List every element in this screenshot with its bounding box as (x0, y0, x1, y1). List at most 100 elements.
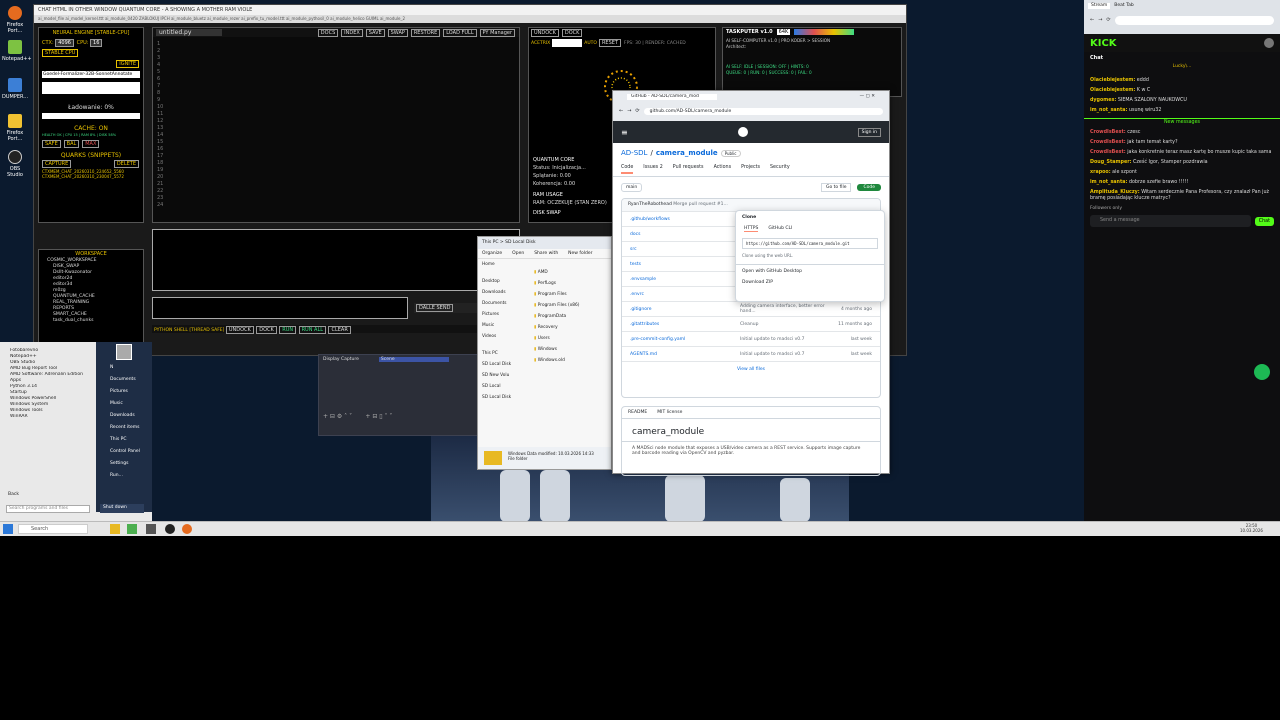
auto-toggle[interactable]: AUTO (584, 41, 597, 46)
code-editor[interactable]: untitled.py DOCS INDEX SAVE SWAP RESTORE… (152, 27, 520, 223)
folder-item[interactable]: ▮ Windows (534, 344, 611, 355)
start-link[interactable]: Pictures (96, 386, 152, 398)
browser-tab[interactable]: Stream (1088, 3, 1111, 9)
start-link[interactable]: Downloads (96, 410, 152, 422)
tab-issues[interactable]: Issues 2 (643, 165, 663, 174)
back-icon[interactable]: ← (619, 108, 623, 114)
start-icon[interactable] (3, 524, 13, 534)
explorer-nav[interactable]: Downloads (482, 287, 534, 298)
taskputer-val[interactable]: 64K (776, 29, 791, 35)
chat-bubble-icon[interactable] (1254, 364, 1270, 380)
folder-item[interactable]: ▮ Program Files (x86) (534, 300, 611, 311)
menu-icon[interactable]: ≡ (621, 128, 628, 137)
start-link[interactable]: This PC (96, 434, 152, 446)
taskbar-search[interactable]: Search (18, 524, 88, 534)
tab-projects[interactable]: Projects (741, 165, 760, 174)
code-button[interactable]: Code (857, 184, 881, 191)
window-tabs[interactable]: ai_model_file ai_model_kernel.ttt ai_mod… (34, 15, 906, 23)
pinned-message[interactable]: Lucky\... (1090, 64, 1274, 72)
clock[interactable]: 23:50 10.03.2026 (1240, 523, 1263, 533)
start-link[interactable]: Settings (96, 458, 152, 470)
stable-cpu-button[interactable]: STABLE CPU (42, 49, 79, 57)
file-row[interactable]: AGENTS.md Initial update to madsci v0.7 la… (622, 346, 880, 361)
shell-dock-button[interactable]: DOCK (256, 326, 277, 334)
shell-clear-button[interactable]: CLEAR (328, 326, 351, 334)
workspace-item[interactable]: task_dual_chunks (47, 318, 143, 324)
explorer-tree[interactable]: SD Local Disk (482, 392, 534, 403)
explorer-nav[interactable]: Videos (482, 331, 534, 342)
start-link[interactable]: Run... (96, 470, 152, 482)
desktop-icon-notepad[interactable]: Notepad++ (2, 40, 32, 62)
avatar[interactable] (1264, 38, 1274, 48)
app-taskbar-icon[interactable] (127, 524, 137, 534)
go-to-file-button[interactable]: Go to file (820, 183, 852, 192)
address-bar[interactable] (1114, 15, 1274, 25)
editor-toolbar-button[interactable]: INDEX (341, 29, 363, 37)
user-avatar[interactable] (116, 344, 132, 360)
explorer-tree[interactable]: This PC (482, 348, 534, 359)
quantum-undock-button[interactable]: UNDOCK (531, 29, 559, 37)
explorer-taskbar-icon[interactable] (110, 524, 120, 534)
send-button[interactable]: DALLE SEND (416, 304, 454, 312)
window-controls[interactable]: — ▢ ✕ (860, 94, 875, 100)
capture-button[interactable]: CAPTURE (42, 160, 72, 168)
start-link[interactable]: Recent items (96, 422, 152, 434)
taskputer-toolbar[interactable] (794, 29, 855, 35)
file-row[interactable]: .pre-commit-config.yaml Initial update to… (622, 331, 880, 346)
open-desktop-option[interactable]: Open with GitHub Desktop (736, 264, 884, 278)
explorer-nav[interactable]: Home (482, 259, 534, 270)
explorer-organize[interactable]: Organize (482, 251, 502, 256)
explorer-tree[interactable]: SD Local Disk (482, 359, 534, 370)
editor-toolbar-button[interactable]: SAVE (365, 29, 385, 37)
file-row[interactable]: .gitignore Adding camera interface, bette… (622, 301, 880, 316)
shell-run-button[interactable]: RUN (279, 326, 297, 334)
explorer-nav[interactable]: Pictures (482, 309, 534, 320)
explorer-tree[interactable]: SD New Volu (482, 370, 534, 381)
shell-run-all-button[interactable]: RUN ALL (298, 326, 327, 334)
app-taskbar-icon[interactable] (146, 524, 156, 534)
output-panel[interactable] (152, 229, 520, 291)
explorer-nav[interactable]: Desktop (482, 276, 534, 287)
editor-toolbar-button[interactable]: PY Manager (479, 29, 515, 37)
start-back[interactable]: Back (8, 492, 19, 497)
model-select[interactable]: Goedel-Formalizer-32B-SonnetAnnotate (42, 71, 140, 78)
github-logo-icon[interactable] (737, 127, 748, 137)
desktop-icon-dumper[interactable]: DUMPER... (2, 78, 28, 100)
forward-icon[interactable]: → (627, 108, 631, 114)
desktop-icon-firefox-2[interactable]: Firefox Port... (2, 114, 28, 142)
obs-controls[interactable]: + ⊟ ⚙ ˄ ˅ + ⊟ ▯ ˄ ˅ (323, 413, 392, 420)
start-link[interactable]: Control Panel (96, 446, 152, 458)
repo-owner[interactable]: AD-SDL (621, 149, 647, 157)
folder-item[interactable]: ▮ Program Files (534, 289, 611, 300)
branch-select[interactable]: main (621, 183, 643, 192)
folder-item[interactable]: ▮ Windows.old (534, 355, 611, 366)
obs-source-label[interactable]: Display Capture (323, 357, 359, 362)
snippet-file[interactable]: CTXMEM_CHAT_20260310_230047_5572 (39, 174, 143, 179)
download-zip-option[interactable]: Download ZIP (736, 278, 884, 287)
obs-taskbar-icon[interactable] (165, 524, 175, 534)
license-tab[interactable]: MIT license (657, 410, 682, 415)
browser-tab[interactable]: GitHub - AD-SDL/camera_mod (627, 94, 717, 100)
editor-toolbar-button[interactable]: RESTORE (410, 29, 441, 37)
acetrix-input[interactable] (552, 39, 583, 47)
shutdown-button[interactable]: Shut down (100, 504, 144, 513)
folder-item[interactable]: ▮ AMD (534, 267, 611, 278)
view-all-files-link[interactable]: View all files (622, 361, 880, 376)
quantum-dock-button[interactable]: DOCK (561, 29, 583, 37)
delete-button[interactable]: DELETE (113, 160, 139, 168)
firefox-taskbar-icon[interactable] (182, 524, 192, 534)
editor-toolbar-button[interactable]: SWAP (387, 29, 408, 37)
folder-item[interactable]: ▮ Users (534, 333, 611, 344)
address-bar[interactable]: github.com/AD-SDL/camera_module (643, 107, 883, 115)
explorer-nav[interactable]: Documents (482, 298, 534, 309)
sign-in-button[interactable]: Sign in (857, 127, 881, 137)
editor-filename[interactable]: untitled.py (156, 29, 222, 36)
editor-toolbar-button[interactable]: LOAD FULL (443, 29, 477, 37)
tab-security[interactable]: Security (770, 165, 790, 174)
explorer-new-folder[interactable]: New folder (568, 251, 592, 256)
explorer-tree[interactable]: SD Local (482, 381, 534, 392)
clone-https-tab[interactable]: HTTPS (744, 226, 759, 232)
start-link[interactable]: Music (96, 398, 152, 410)
start-link[interactable]: N (96, 362, 152, 374)
clone-url-input[interactable]: https://github.com/AD-SDL/camera_module.… (742, 238, 878, 249)
